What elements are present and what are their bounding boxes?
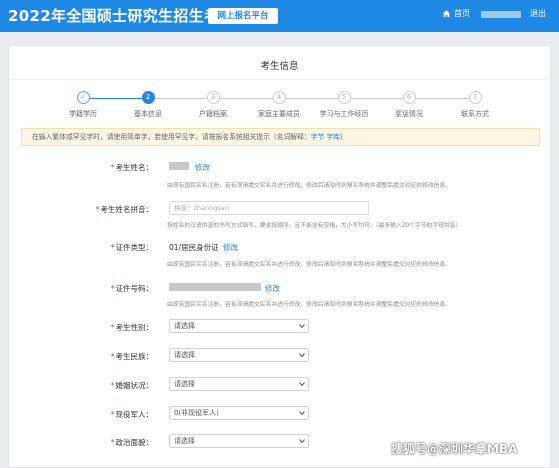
id-type-value: 01/居民身份证 (169, 243, 219, 252)
pinyin-input[interactable]: 拼音：zhanngsan (169, 201, 369, 215)
ethnicity-select[interactable]: 请选择 (169, 348, 309, 362)
military-value: 0(非现役军人) (174, 409, 219, 417)
gender-label: *考生性别： (110, 323, 153, 332)
military-label: *现役军人： (110, 410, 153, 419)
ethnicity-value: 请选择 (174, 351, 195, 359)
notice-text: 在输入繁体或罕见字时，请使用简单字，若使用罕见字，请按报名系统相关提示（名词解释… (32, 133, 311, 141)
notice-link-charset[interactable]: 字库 (326, 133, 340, 141)
name-help: 由现有国民实名注册，若有误请提交实名并进行修改，修改后请及时到报名系统并调整后提… (167, 183, 452, 189)
name-label: *考生姓名： (110, 163, 153, 172)
chevron-down-icon (299, 353, 305, 358)
step-circle: 6 (402, 91, 416, 104)
step-circle: ✓ (76, 91, 90, 104)
id-type-label: *证件类型： (110, 243, 153, 252)
military-select[interactable]: 0(非现役军人) (169, 406, 309, 420)
top-header: 2022年全国硕士研究生招生考试 网上报名平台 首页 退出 (0, 0, 559, 32)
home-link[interactable]: 首页 (442, 8, 470, 19)
notice-end: ） (340, 133, 347, 141)
home-label: 首页 (454, 9, 470, 18)
marital-select[interactable]: 请选择 (169, 377, 309, 391)
political-select[interactable]: 请选择 (169, 434, 309, 448)
name-value-redacted (169, 162, 189, 170)
step-circle: 7 (468, 91, 482, 104)
pinyin-help: 按姓名的汉语拼音的书写方式填写，要求按顺序，且不能含有空格，大小写均可。（最多输… (167, 223, 462, 229)
platform-badge: 网上报名平台 (208, 8, 278, 24)
logout-link[interactable]: 退出 (530, 8, 546, 19)
chevron-down-icon (299, 439, 305, 444)
step-label: 联系方式 (461, 110, 489, 118)
id-type-edit-link[interactable]: 修改 (223, 242, 238, 253)
step-circle: 3 (206, 91, 220, 104)
step-circle: 4 (272, 91, 286, 104)
exam-title: 2022年全国硕士研究生招生考试 (8, 7, 235, 25)
step-7[interactable]: 7 联系方式 (435, 91, 515, 119)
gender-value: 请选择 (174, 322, 195, 330)
chevron-down-icon (299, 324, 305, 329)
marital-label: *婚姻状况： (110, 381, 153, 390)
pinyin-label: *考生姓名拼音： (95, 205, 153, 214)
notice-banner: 在输入繁体或罕见字时，请使用简单字，若使用罕见字，请按报名系统相关提示（名词解释… (21, 128, 540, 146)
gender-select[interactable]: 请选择 (169, 319, 309, 333)
title-divider (9, 79, 550, 80)
id-number-edit-link[interactable]: 修改 (265, 283, 280, 294)
political-label: *政治面貌： (110, 438, 153, 447)
home-icon (442, 10, 451, 18)
id-number-redacted (169, 283, 261, 291)
id-type-help: 由现有国民实名注册，若有误请提交实名并进行修改，修改后请及时到报名系统并调整后提… (167, 262, 452, 268)
notice-link-bytes[interactable]: 字节 (311, 133, 325, 141)
chevron-down-icon (299, 411, 305, 416)
political-value: 请选择 (174, 437, 195, 445)
ethnicity-label: *考生民族： (110, 352, 153, 361)
watermark: 搜狐号@深圳华章MBA (391, 442, 518, 456)
username-redacted (481, 11, 521, 18)
page-title: 考生信息 (260, 61, 299, 72)
name-edit-link[interactable]: 修改 (195, 162, 210, 173)
student-info-card: 考生信息 ✓ 学籍学历 2 基本信息 3 户籍档案 4 家庭主要成员 5 学习与… (8, 45, 551, 468)
step-circle: 2 (141, 91, 155, 104)
step-circle: 5 (337, 91, 351, 104)
id-number-help: 由现有国民实名注册，若有误请提交实名并进行修改，修改后请及时到报名系统并调整后提… (167, 302, 452, 308)
marital-value: 请选择 (174, 380, 195, 388)
id-number-label: *证件号码： (110, 284, 153, 293)
chevron-down-icon (299, 382, 305, 387)
